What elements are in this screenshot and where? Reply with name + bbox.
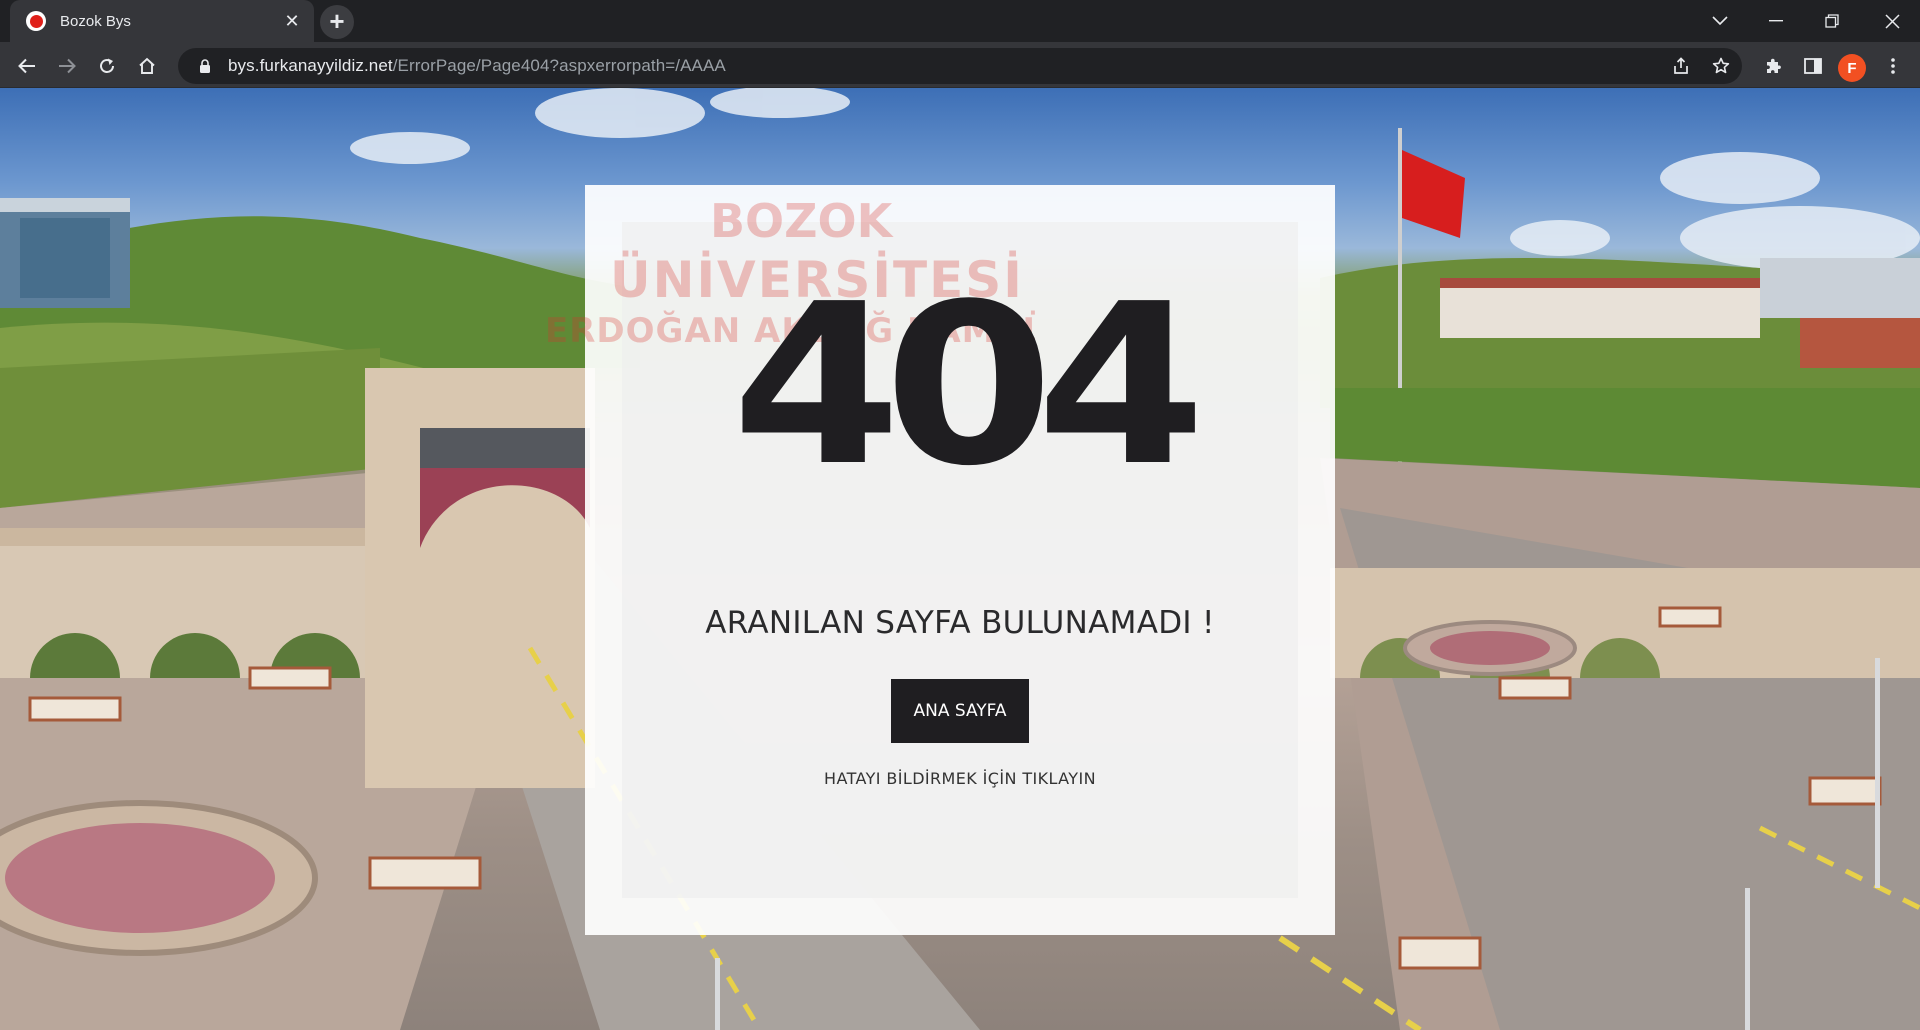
restore-button[interactable] bbox=[1804, 0, 1860, 42]
tab-favicon-icon bbox=[26, 11, 46, 31]
close-icon bbox=[1884, 13, 1900, 29]
side-panel-icon bbox=[1804, 58, 1822, 74]
url-path: /ErrorPage/Page404?aspxerrorpath=/AAAA bbox=[392, 56, 726, 75]
arrow-right-icon bbox=[59, 58, 76, 74]
reload-icon bbox=[100, 58, 114, 73]
error-message: ARANILAN SAYFA BULUNAMADI ! bbox=[705, 605, 1215, 641]
svg-text:BOZOK: BOZOK bbox=[710, 194, 895, 248]
home-page-button[interactable]: ANA SAYFA bbox=[891, 679, 1029, 743]
arrow-left-icon bbox=[18, 58, 35, 74]
lock-icon[interactable] bbox=[194, 55, 216, 77]
address-bar[interactable]: bys.furkanayyildiz.net/ErrorPage/Page404… bbox=[178, 48, 1742, 84]
minimize-icon bbox=[1769, 20, 1783, 22]
restore-icon bbox=[1825, 14, 1839, 28]
back-button[interactable] bbox=[10, 49, 44, 83]
share-icon[interactable] bbox=[1664, 49, 1698, 83]
extensions-button[interactable] bbox=[1756, 49, 1790, 83]
tab-search-button[interactable] bbox=[1692, 0, 1748, 42]
tab-close-icon[interactable]: ✕ bbox=[282, 11, 302, 32]
report-error-link[interactable]: HATAYI BİLDİRMEK İÇİN TIKLAYIN bbox=[585, 769, 1335, 788]
close-window-button[interactable] bbox=[1864, 0, 1920, 42]
browser-toolbar: bys.furkanayyildiz.net/ErrorPage/Page404… bbox=[0, 42, 1920, 88]
browser-menu-button[interactable] bbox=[1876, 49, 1910, 83]
browser-tab[interactable]: Bozok Bys ✕ bbox=[10, 0, 314, 42]
url-host: bys.furkanayyildiz.net bbox=[228, 56, 393, 75]
new-tab-button[interactable]: + bbox=[320, 5, 354, 39]
home-icon bbox=[139, 57, 155, 74]
more-vertical-icon bbox=[1891, 58, 1895, 74]
error-code: 404 bbox=[731, 257, 1207, 515]
puzzle-icon bbox=[1767, 58, 1781, 73]
home-button[interactable] bbox=[130, 49, 164, 83]
tab-strip: Bozok Bys ✕ + bbox=[0, 0, 1920, 42]
profile-avatar[interactable]: F bbox=[1838, 54, 1866, 82]
url-text[interactable]: bys.furkanayyildiz.net/ErrorPage/Page404… bbox=[228, 56, 726, 76]
minimize-button[interactable] bbox=[1748, 0, 1804, 42]
tab-title: Bozok Bys bbox=[60, 12, 131, 30]
forward-button[interactable] bbox=[50, 49, 84, 83]
page-viewport: BOZOK ÜNİVERSİTESİ ERDOĞAN AKDAĞ KAMPÜSÜ… bbox=[0, 88, 1920, 1030]
chevron-down-icon bbox=[1712, 16, 1728, 26]
error-panel: BOZOK ÜNİVERSİTESİ ERDOĞAN AKDAĞ KAMPÜSÜ… bbox=[545, 185, 1335, 935]
side-panel-button[interactable] bbox=[1796, 49, 1830, 83]
bookmark-star-icon[interactable] bbox=[1704, 49, 1738, 83]
reload-button[interactable] bbox=[90, 49, 124, 83]
